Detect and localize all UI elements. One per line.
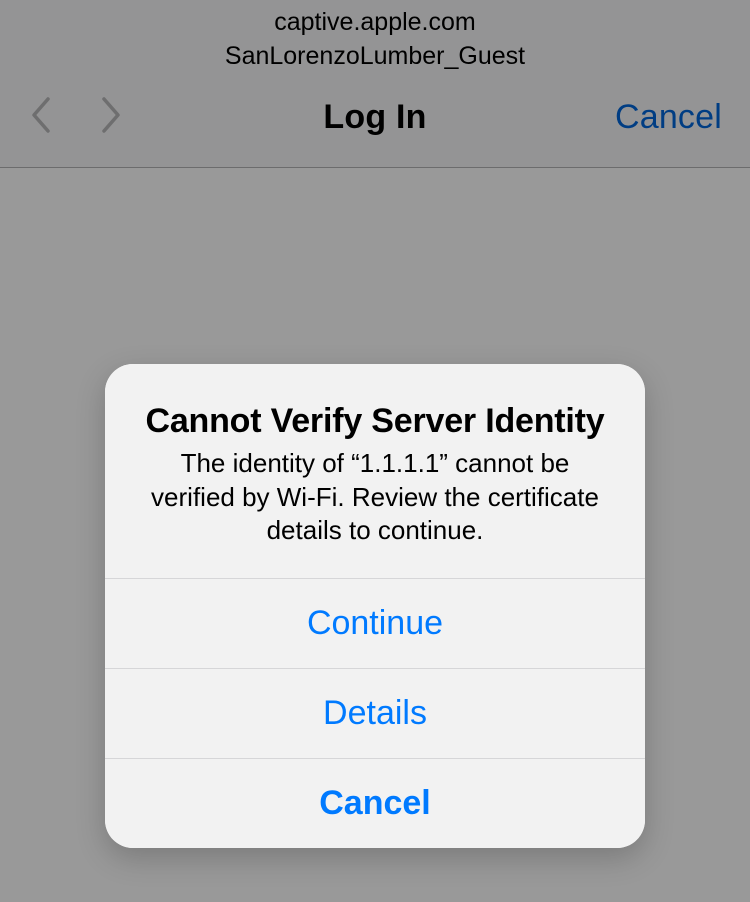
alert-message: The identity of “1.1.1.1” cannot be veri…: [133, 447, 617, 548]
continue-button[interactable]: Continue: [105, 578, 645, 668]
alert-body: Cannot Verify Server Identity The identi…: [105, 364, 645, 578]
details-button[interactable]: Details: [105, 668, 645, 758]
alert-dialog: Cannot Verify Server Identity The identi…: [105, 364, 645, 848]
modal-overlay: Cannot Verify Server Identity The identi…: [0, 0, 750, 902]
alert-title: Cannot Verify Server Identity: [133, 402, 617, 441]
alert-cancel-button[interactable]: Cancel: [105, 758, 645, 848]
